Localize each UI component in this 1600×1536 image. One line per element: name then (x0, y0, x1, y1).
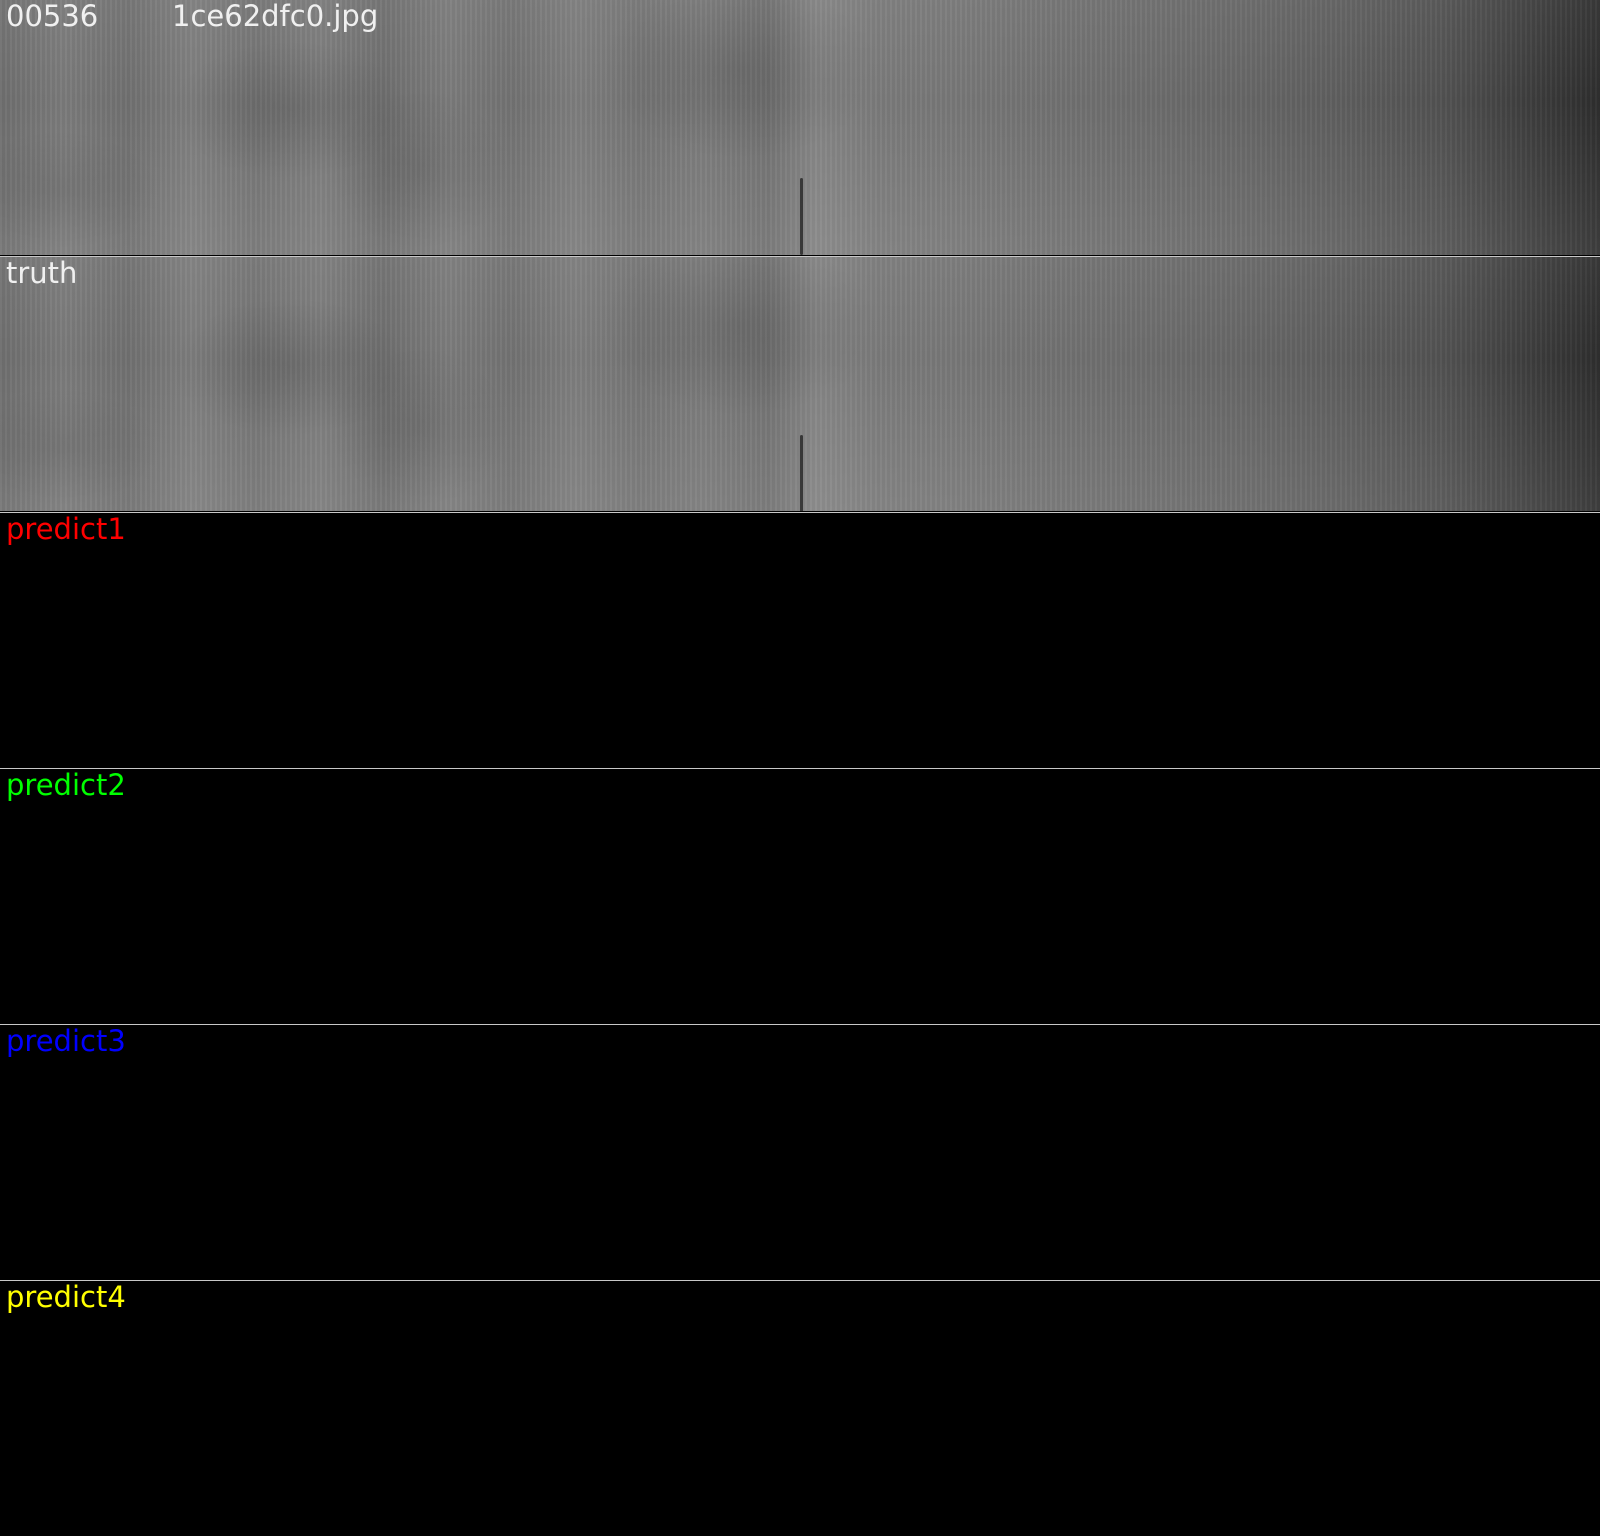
predict4-panel: predict4 (0, 1280, 1600, 1535)
predict2-panel: predict2 (0, 768, 1600, 1023)
truth-label: truth (6, 256, 78, 290)
predict2-label: predict2 (6, 768, 126, 802)
defect-scratch (800, 435, 803, 511)
predict1-label: predict1 (6, 512, 126, 546)
predict3-panel: predict3 (0, 1024, 1600, 1279)
image-index-label: 00536 (6, 0, 99, 33)
image-filename-label: 1ce62dfc0.jpg (172, 0, 379, 33)
predict3-label: predict3 (6, 1024, 126, 1058)
original-image-panel: 00536 1ce62dfc0.jpg (0, 0, 1600, 255)
defect-scratch (800, 178, 803, 255)
predict4-label: predict4 (6, 1280, 126, 1314)
truth-panel: truth (0, 256, 1600, 511)
predict1-panel: predict1 (0, 512, 1600, 767)
